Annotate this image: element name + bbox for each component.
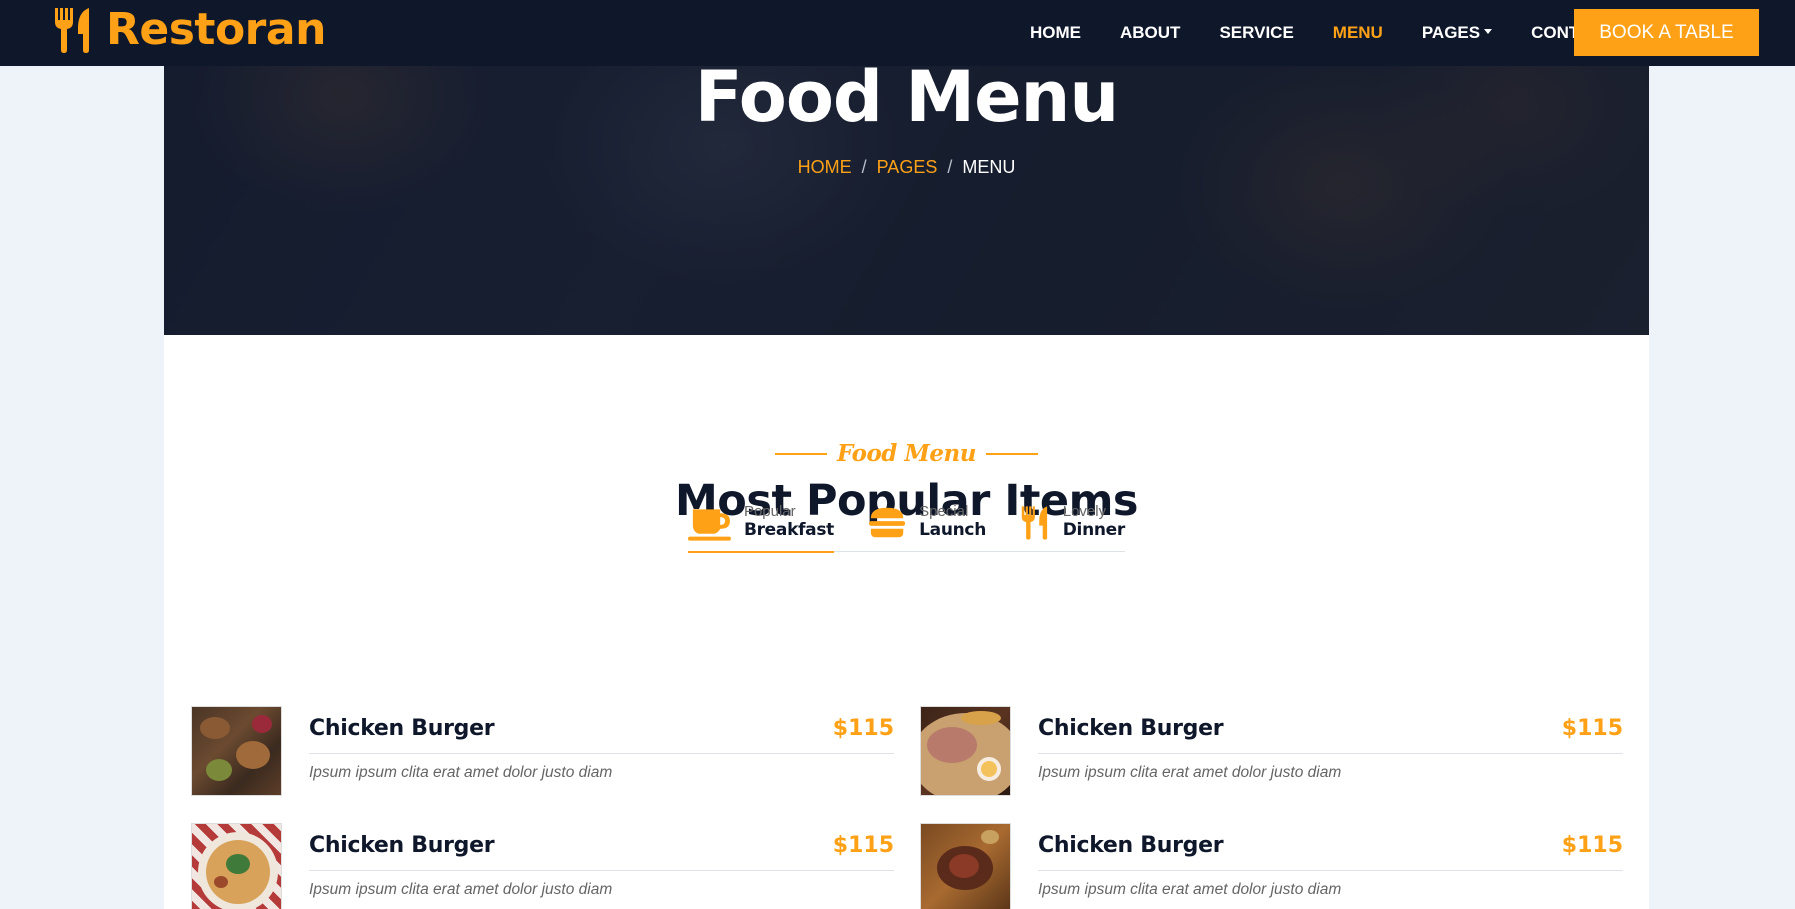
item-description: Ipsum ipsum clita erat amet dolor justo … bbox=[309, 881, 613, 898]
tab-launch-big: Launch bbox=[919, 520, 986, 540]
tab-launch-labels: Special Launch bbox=[919, 503, 986, 539]
menu-item[interactable]: Chicken Burger $115 Ipsum ipsum clita er… bbox=[920, 823, 1623, 909]
nav-pages-label: PAGES bbox=[1421, 23, 1481, 42]
tab-launch-small: Special bbox=[919, 503, 969, 520]
tab-breakfast-labels: Popular Breakfast bbox=[744, 503, 834, 539]
book-table-button[interactable]: BOOK A TABLE bbox=[1574, 9, 1759, 56]
breadcrumb-pages[interactable]: PAGES bbox=[877, 157, 938, 177]
item-name: Chicken Burger bbox=[309, 716, 495, 741]
nav-pages[interactable]: PAGES bbox=[1421, 23, 1493, 43]
subtitle-line-right bbox=[985, 452, 1038, 455]
main-nav: HOME ABOUT SERVICE MENU PAGES CONTACT bbox=[1030, 0, 1652, 66]
menu-tabs: Popular Breakfast Special Launch Lovely bbox=[688, 503, 1125, 553]
hero-banner: Food Menu HOME / PAGES / MENU bbox=[164, 66, 1649, 335]
tab-breakfast-big: Breakfast bbox=[743, 520, 834, 540]
caret-down-icon bbox=[1484, 29, 1493, 34]
item-name: Chicken Burger bbox=[1038, 833, 1224, 858]
item-name: Chicken Burger bbox=[1038, 716, 1224, 741]
item-description: Ipsum ipsum clita erat amet dolor justo … bbox=[1038, 881, 1342, 898]
ramen-bowl-photo bbox=[920, 706, 1011, 796]
item-description: Ipsum ipsum clita erat amet dolor justo … bbox=[309, 764, 613, 781]
item-divider bbox=[309, 753, 894, 754]
section-subtitle: Food Menu bbox=[164, 440, 1649, 467]
nav-menu[interactable]: MENU bbox=[1333, 23, 1383, 43]
breadcrumb-separator: / bbox=[861, 157, 867, 177]
item-price: $115 bbox=[832, 833, 894, 858]
navbar: Restoran HOME ABOUT SERVICE MENU PAGES C… bbox=[0, 0, 1795, 66]
menu-item[interactable]: Chicken Burger $115 Ipsum ipsum clita er… bbox=[191, 823, 894, 909]
item-divider bbox=[1038, 870, 1623, 871]
brand-name: Restoran bbox=[106, 4, 326, 55]
coffee-icon bbox=[688, 509, 731, 541]
breadcrumb-home[interactable]: HOME bbox=[798, 157, 852, 177]
breadcrumb: HOME / PAGES / MENU bbox=[164, 157, 1649, 178]
breadcrumb-separator: / bbox=[947, 157, 953, 177]
page-title: Food Menu bbox=[694, 66, 1119, 138]
utensils-icon bbox=[55, 7, 89, 53]
item-divider bbox=[1038, 753, 1623, 754]
item-name: Chicken Burger bbox=[309, 833, 495, 858]
tab-breakfast[interactable]: Popular Breakfast bbox=[688, 503, 834, 553]
item-divider bbox=[309, 870, 894, 871]
nav-service[interactable]: SERVICE bbox=[1219, 23, 1293, 43]
nav-home[interactable]: HOME bbox=[1030, 23, 1081, 43]
tab-dinner-small: Lovely bbox=[1062, 503, 1107, 520]
brand-logo[interactable]: Restoran bbox=[52, 4, 326, 55]
item-description: Ipsum ipsum clita erat amet dolor justo … bbox=[1038, 764, 1342, 781]
item-price: $115 bbox=[1561, 716, 1623, 741]
menu-item[interactable]: Chicken Burger $115 Ipsum ipsum clita er… bbox=[920, 706, 1623, 798]
tab-dinner[interactable]: Lovely Dinner bbox=[1020, 503, 1125, 552]
item-price: $115 bbox=[1561, 833, 1623, 858]
breadcrumb-current: MENU bbox=[962, 157, 1016, 177]
grilled-platter-photo bbox=[191, 706, 282, 796]
steak-photo bbox=[920, 823, 1011, 909]
tab-launch[interactable]: Special Launch bbox=[868, 503, 986, 552]
tab-dinner-labels: Lovely Dinner bbox=[1062, 503, 1126, 540]
pizza-photo bbox=[191, 823, 282, 909]
subtitle-line-left bbox=[775, 452, 828, 455]
main-container: Food Menu HOME / PAGES / MENU Food Menu Most… bbox=[164, 66, 1649, 909]
utensils-icon bbox=[1021, 506, 1048, 540]
menu-item[interactable]: Chicken Burger $115 Ipsum ipsum clita er… bbox=[191, 706, 894, 798]
section-subtitle-text: Food Menu bbox=[837, 440, 976, 467]
item-price: $115 bbox=[832, 716, 894, 741]
tab-dinner-big: Dinner bbox=[1062, 520, 1126, 540]
tab-breakfast-small: Popular bbox=[743, 503, 796, 520]
hamburger-icon bbox=[868, 507, 906, 538]
nav-about[interactable]: ABOUT bbox=[1120, 23, 1180, 43]
